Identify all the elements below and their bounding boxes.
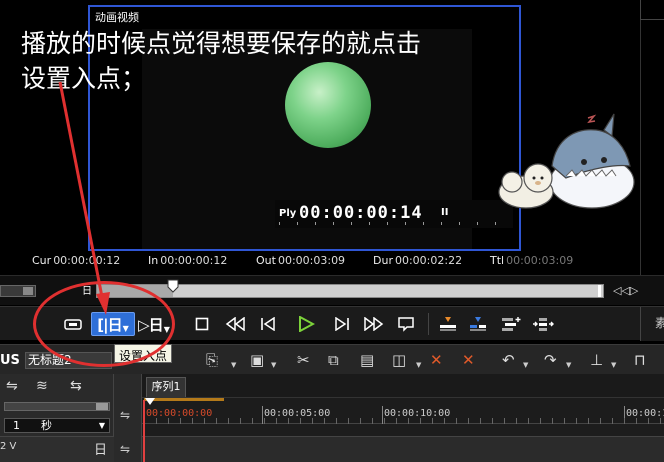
scissors-icon[interactable]: ✂ (297, 351, 310, 369)
overwrite-icon (470, 317, 486, 331)
zoom-slider[interactable] (0, 285, 36, 297)
chevron-down-icon[interactable]: ▼ (611, 361, 616, 369)
import-icon[interactable]: ⎘ (206, 351, 218, 369)
scale-value: 1 (13, 419, 20, 432)
sync-icon[interactable]: ⇆ (70, 378, 82, 394)
timeline-panel: ⇋ ≋ ⇆ 1 秒 ▼ 2 V 日 ⇋ ⇋ 序列1 00:00:00:00 00… (0, 374, 664, 462)
rewind-button[interactable] (222, 312, 248, 336)
mixer-icon[interactable]: ≋ (36, 378, 48, 394)
separator (428, 313, 429, 335)
scrub-track[interactable] (96, 279, 604, 298)
swap-icon[interactable]: ⇋ (120, 442, 130, 456)
annotation-line-1: 播放的时候点觉得想要保存的就点击 (21, 29, 422, 58)
save-icon[interactable]: ▣ (250, 351, 264, 369)
pause-glyph: II (441, 207, 449, 218)
right-panel-edge (640, 0, 664, 20)
step-back-button[interactable] (256, 312, 280, 336)
chevron-down-icon[interactable]: ▼ (271, 361, 276, 369)
track-header[interactable]: 2 V 日 (0, 436, 114, 462)
overwrite-button[interactable] (466, 312, 490, 336)
shark-sticker-image (498, 113, 635, 209)
play-button[interactable] (294, 312, 318, 336)
timeline-left-panel: ⇋ ≋ ⇆ 1 秒 ▼ 2 V 日 (0, 374, 114, 462)
play-icon (299, 316, 315, 332)
scrub-playhead[interactable] (167, 279, 179, 293)
timecode-info-row: Cur 00:00:00:12 In 00:00:00:12 Out 00:00:03… (0, 254, 640, 270)
annotation-line-2: 设置入点； (21, 64, 147, 93)
insert-icon (440, 317, 456, 331)
ruler-minor-ticks (144, 418, 664, 424)
tab-sequence-1[interactable]: 序列1 (146, 377, 186, 397)
panel-edge-glyph: 素 (655, 316, 664, 330)
export-button[interactable] (530, 312, 558, 336)
undo-icon[interactable]: ↶ (502, 351, 515, 369)
track-icon: 日 (94, 443, 108, 458)
chevron-down-icon[interactable]: ▼ (523, 361, 528, 369)
chevron-down-icon[interactable]: ▼ (231, 361, 236, 369)
copy-icon[interactable]: ⧉ (328, 351, 339, 369)
ripple-delete-icon[interactable]: ✕ (462, 351, 475, 369)
scale-select[interactable]: 1 秒 ▼ (4, 418, 110, 433)
stop-button[interactable] (190, 312, 214, 336)
rewind-icon (225, 317, 245, 331)
ripple-icon[interactable]: ⇋ (6, 378, 18, 394)
stop-icon (195, 317, 209, 331)
tc-in: In 00:00:00:12 (148, 254, 228, 267)
add-track-button[interactable] (498, 312, 524, 336)
player-panel: 动画视频 Ply 00:00:00:14 II 播放的时候点觉得想要保存的就点击… (0, 0, 664, 275)
timeline-ruler[interactable]: 00:00:00:00 00:00:05:00 00:00:10:00 00:0… (142, 398, 664, 424)
step-forward-icon (335, 317, 349, 331)
step-back-icon (261, 317, 275, 331)
chevron-down-icon[interactable]: ▼ (566, 361, 571, 369)
export-icon (533, 318, 554, 331)
timeline-zoom-slider[interactable] (4, 402, 110, 411)
paste-icon[interactable]: ▤ (360, 351, 374, 369)
swap-icon[interactable]: ⇋ (120, 408, 130, 422)
tc-ttl: Ttl 00:00:03:09 (490, 254, 574, 267)
burned-timecode: Ply 00:00:00:14 II (275, 200, 513, 228)
tc-cur: Cur 00:00:00:12 (32, 254, 121, 267)
step-forward-button[interactable] (330, 312, 354, 336)
fast-forward-button[interactable] (360, 312, 388, 336)
snap-icon[interactable]: ⊓ (634, 351, 646, 369)
timecode-value: 00:00:00:14 (299, 203, 423, 223)
timeline-playhead-handle[interactable] (145, 398, 155, 405)
loop-button[interactable] (394, 312, 418, 336)
video-track-2[interactable] (142, 436, 664, 462)
ruler-in-out-range (144, 398, 224, 401)
clip-marker-icon[interactable]: ⊥ (590, 351, 603, 369)
timeline-playhead-line (143, 400, 145, 462)
audio-icon[interactable]: ◁◁▷ (613, 284, 638, 297)
redo-icon[interactable]: ↷ (544, 351, 557, 369)
tc-dur: Dur 00:00:02:22 (373, 254, 463, 267)
scrub-end-marker (598, 285, 601, 297)
delete-icon[interactable]: ✕ (430, 351, 443, 369)
timecode-label: Ply (279, 208, 297, 219)
scale-unit: 秒 (41, 419, 52, 432)
right-panel-border (640, 20, 664, 275)
annotation-circle (33, 281, 175, 367)
chevron-down-icon: ▼ (98, 421, 105, 430)
chevron-down-icon[interactable]: ▼ (416, 361, 421, 369)
tc-out: Out 00:00:03:09 (256, 254, 346, 267)
replace-icon[interactable]: ◫ (392, 351, 406, 369)
fast-forward-icon (364, 317, 384, 331)
preview-title: 动画视频 (95, 11, 139, 24)
app-sign: US (0, 353, 20, 368)
timeline-mid-strip: ⇋ ⇋ (114, 374, 142, 462)
timecode-ticks (279, 222, 504, 225)
loop-icon (398, 317, 414, 332)
track-label: 2 V (0, 441, 17, 452)
add-track-icon (502, 317, 521, 331)
insert-button[interactable] (436, 312, 460, 336)
annotation-text: 播放的时候点觉得想要保存的就点击 设置入点； (21, 26, 501, 96)
sequence-tab-bar: 序列1 (142, 374, 664, 398)
